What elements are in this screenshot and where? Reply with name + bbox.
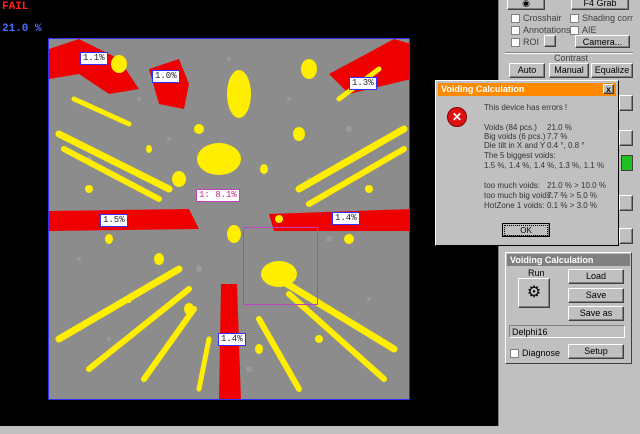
roi-label: 1: 8.1%: [196, 189, 240, 202]
result-label: Big voids (6 pcs.): [484, 132, 546, 141]
voiding-total-readout: 21.0 %: [2, 23, 42, 35]
contrast-equalize-button[interactable]: Equalize: [591, 63, 633, 78]
diagnose-checkbox[interactable]: [510, 349, 519, 359]
roi-box[interactable]: [243, 227, 318, 305]
dialog-close-button[interactable]: x: [603, 84, 614, 94]
biggest-voids-values: 1.5 %, 1.4 %, 1.4 %, 1.3 %, 1.1 %: [484, 161, 605, 170]
error-value: 7.7 % > 5.0 %: [547, 191, 598, 200]
void-label: 1.1%: [80, 52, 108, 65]
roi-option[interactable]: ROI: [511, 37, 539, 48]
status-indicator: [621, 155, 633, 171]
result-label: Die tilt in X and Y: [484, 141, 546, 150]
run-button[interactable]: ⚙: [518, 278, 550, 308]
load-button[interactable]: Load: [568, 269, 624, 284]
side-button[interactable]: [619, 130, 633, 146]
voiding-panel-title: Voiding Calculation: [507, 254, 630, 266]
contrast-label: Contrast: [554, 53, 589, 63]
side-button[interactable]: [619, 95, 633, 111]
aie-checkbox[interactable]: [570, 26, 579, 36]
ok-button[interactable]: OK: [502, 223, 550, 237]
run-label: Run: [528, 268, 545, 278]
xray-display: FAIL 21.0 % 1.1% 1.0% 1.3% 1.5% 1.4% 1.4…: [0, 0, 498, 426]
save-as-button[interactable]: Save as: [568, 306, 624, 321]
error-x-icon: ✕: [447, 107, 467, 127]
void-label: 1.4%: [332, 212, 360, 225]
dialog-message: This device has errors !: [484, 103, 568, 112]
contrast-auto-button[interactable]: Auto: [509, 63, 545, 78]
crosshair-checkbox[interactable]: [511, 14, 520, 24]
error-label: HotZone 1 voids:: [484, 201, 545, 210]
result-value: 7.7 %: [547, 132, 568, 141]
camera-icon: ◉: [522, 0, 530, 8]
diagnose-option[interactable]: Diagnose: [510, 348, 560, 359]
save-button[interactable]: Save: [568, 288, 624, 303]
profile-field[interactable]: Delphi16: [509, 325, 625, 338]
setup-button[interactable]: Setup: [568, 344, 624, 359]
annotations-option[interactable]: Annotations: [511, 25, 571, 36]
crosshair-option[interactable]: Crosshair: [511, 13, 562, 24]
voiding-error-dialog: Voiding Calculation x ✕ This device has …: [435, 80, 619, 246]
void-label: 1.3%: [349, 77, 377, 90]
roi-select-button[interactable]: [544, 35, 556, 47]
error-value: 21.0 % > 10.0 %: [547, 181, 606, 190]
annotations-checkbox[interactable]: [511, 26, 520, 36]
result-value: 21.0 %: [547, 123, 572, 132]
camera-button[interactable]: Camera...: [575, 35, 630, 48]
void-label: 1.5%: [100, 214, 128, 227]
status-text: FAIL: [2, 1, 29, 13]
error-label: too much big voids:: [484, 191, 553, 200]
dialog-title: Voiding Calculation x: [438, 83, 616, 96]
roi-checkbox[interactable]: [511, 38, 520, 48]
error-label: too much voids:: [484, 181, 541, 190]
result-label: Voids (84 pcs.): [484, 123, 537, 132]
camera-icon-button[interactable]: ◉: [507, 0, 545, 10]
aie-option[interactable]: AIE: [570, 25, 597, 36]
side-button[interactable]: [619, 228, 633, 244]
run-icon: ⚙: [526, 284, 542, 301]
result-value: 0.4 °, 0.8 °: [547, 141, 585, 150]
shading-corr-checkbox[interactable]: [570, 14, 579, 24]
biggest-voids-title: The 5 biggest voids:: [484, 151, 556, 160]
void-label: 1.0%: [152, 70, 180, 83]
status-bar: [0, 426, 640, 434]
contrast-manual-button[interactable]: Manual: [549, 63, 589, 78]
shading-corr-option[interactable]: Shading corr: [570, 13, 633, 24]
grab-button[interactable]: F4 Grab: [571, 0, 629, 10]
error-value: 0.1 % > 3.0 %: [547, 201, 598, 210]
void-label: 1.4%: [218, 333, 246, 346]
side-button[interactable]: [619, 195, 633, 211]
voiding-calculation-panel: Voiding Calculation Run ⚙ Load Save Save…: [505, 252, 632, 364]
